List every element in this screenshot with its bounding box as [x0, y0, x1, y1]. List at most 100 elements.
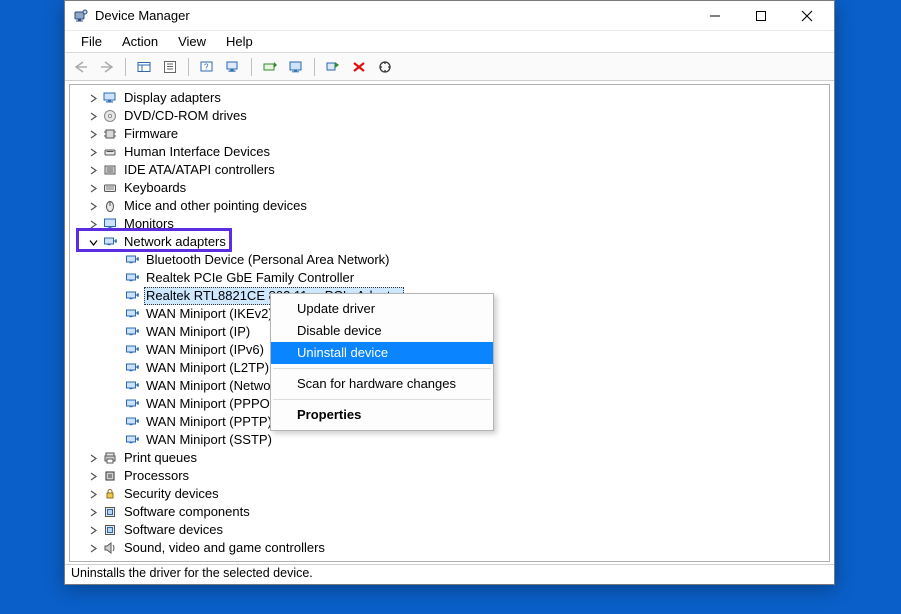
device-category[interactable]: Human Interface Devices — [74, 143, 829, 161]
device-category[interactable]: DVD/CD-ROM drives — [74, 107, 829, 125]
tree-item-label: Software components — [122, 503, 252, 521]
context-menu-properties[interactable]: Properties — [271, 404, 493, 426]
net-icon — [124, 414, 140, 430]
toolbar-separator — [251, 58, 252, 76]
chevron-right-icon[interactable] — [86, 91, 100, 105]
device-category[interactable]: Keyboards — [74, 179, 829, 197]
device-tree-panel: Display adaptersDVD/CD-ROM drivesFirmwar… — [69, 84, 830, 562]
net-icon — [102, 234, 118, 250]
chevron-right-icon[interactable] — [86, 505, 100, 519]
maximize-button[interactable] — [738, 1, 784, 30]
update-driver-button[interactable] — [258, 56, 282, 78]
context-menu-scan-for-hardware-changes[interactable]: Scan for hardware changes — [271, 373, 493, 395]
chevron-right-icon[interactable] — [86, 199, 100, 213]
tree-item-label: WAN Miniport (L2TP) — [144, 359, 271, 377]
tree-item-label: Firmware — [122, 125, 180, 143]
chevron-right-icon[interactable] — [86, 469, 100, 483]
chevron-down-icon[interactable] — [86, 235, 100, 249]
chevron-none — [108, 397, 122, 411]
chevron-right-icon[interactable] — [86, 541, 100, 555]
display-icon — [102, 90, 118, 106]
device-category[interactable]: Firmware — [74, 125, 829, 143]
context-menu-uninstall-device[interactable]: Uninstall device — [271, 342, 493, 364]
sw-icon — [102, 522, 118, 538]
scan-hardware-button[interactable] — [373, 56, 397, 78]
device-leaf[interactable]: Bluetooth Device (Personal Area Network) — [74, 251, 829, 269]
computer-button[interactable] — [221, 56, 245, 78]
net-icon — [124, 324, 140, 340]
mouse-icon — [102, 198, 118, 214]
chevron-right-icon[interactable] — [86, 145, 100, 159]
help-button[interactable]: ? — [195, 56, 219, 78]
device-category[interactable]: Monitors — [74, 215, 829, 233]
device-category[interactable]: Display adapters — [74, 89, 829, 107]
properties-sheet-button[interactable] — [158, 56, 182, 78]
context-menu-update-driver[interactable]: Update driver — [271, 298, 493, 320]
security-icon — [102, 486, 118, 502]
net-icon — [124, 288, 140, 304]
tree-item-label: Display adapters — [122, 89, 223, 107]
chevron-none — [108, 379, 122, 393]
tree-item-label: Bluetooth Device (Personal Area Network) — [144, 251, 392, 269]
chevron-right-icon[interactable] — [86, 523, 100, 537]
device-category[interactable]: Sound, video and game controllers — [74, 539, 829, 557]
enable-device-button[interactable] — [321, 56, 345, 78]
device-category[interactable]: Network adapters — [74, 233, 829, 251]
uninstall-x-button[interactable] — [347, 56, 371, 78]
chevron-right-icon[interactable] — [86, 487, 100, 501]
device-leaf[interactable]: Realtek PCIe GbE Family Controller — [74, 269, 829, 287]
toolbar-separator — [314, 58, 315, 76]
tree-item-label: WAN Miniport (PPPOE) — [144, 395, 285, 413]
tree-item-label: WAN Miniport (PPTP) — [144, 413, 274, 431]
net-icon — [124, 306, 140, 322]
window-title: Device Manager — [95, 8, 692, 23]
chevron-right-icon[interactable] — [86, 109, 100, 123]
chevron-none — [108, 433, 122, 447]
chevron-right-icon[interactable] — [86, 217, 100, 231]
minimize-button[interactable] — [692, 1, 738, 30]
menu-file[interactable]: File — [71, 32, 112, 51]
device-category[interactable]: Processors — [74, 467, 829, 485]
device-category[interactable]: Mice and other pointing devices — [74, 197, 829, 215]
hid-icon — [102, 144, 118, 160]
sw-icon — [102, 504, 118, 520]
device-category[interactable]: Print queues — [74, 449, 829, 467]
monitor-button[interactable] — [284, 56, 308, 78]
tree-item-label: WAN Miniport (IKEv2) — [144, 305, 275, 323]
forward-button — [95, 56, 119, 78]
context-menu-disable-device[interactable]: Disable device — [271, 320, 493, 342]
net-icon — [124, 252, 140, 268]
tree-item-label: Keyboards — [122, 179, 188, 197]
close-button[interactable] — [784, 1, 830, 30]
device-category[interactable]: IDE ATA/ATAPI controllers — [74, 161, 829, 179]
device-category[interactable]: Software components — [74, 503, 829, 521]
chevron-none — [108, 289, 122, 303]
menu-bar: FileActionViewHelp — [65, 31, 834, 53]
tree-item-label: Security devices — [122, 485, 221, 503]
ide-icon — [102, 162, 118, 178]
chevron-right-icon[interactable] — [86, 127, 100, 141]
device-leaf[interactable]: WAN Miniport (SSTP) — [74, 431, 829, 449]
chevron-none — [108, 415, 122, 429]
chevron-none — [108, 271, 122, 285]
device-category[interactable]: Security devices — [74, 485, 829, 503]
chevron-right-icon[interactable] — [86, 451, 100, 465]
tree-item-label: WAN Miniport (IPv6) — [144, 341, 266, 359]
chevron-right-icon[interactable] — [86, 163, 100, 177]
net-icon — [124, 396, 140, 412]
menu-help[interactable]: Help — [216, 32, 263, 51]
tree-item-label: Software devices — [122, 521, 225, 539]
printer-icon — [102, 450, 118, 466]
chevron-none — [108, 253, 122, 267]
chevron-none — [108, 361, 122, 375]
cpu-icon — [102, 468, 118, 484]
chevron-none — [108, 307, 122, 321]
device-category[interactable]: Software devices — [74, 521, 829, 539]
menu-action[interactable]: Action — [112, 32, 168, 51]
menu-view[interactable]: View — [168, 32, 216, 51]
show-hidden-button[interactable] — [132, 56, 156, 78]
tree-item-label: IDE ATA/ATAPI controllers — [122, 161, 277, 179]
tree-item-label: Network adapters — [122, 233, 228, 251]
chevron-right-icon[interactable] — [86, 181, 100, 195]
app-icon — [73, 8, 89, 24]
